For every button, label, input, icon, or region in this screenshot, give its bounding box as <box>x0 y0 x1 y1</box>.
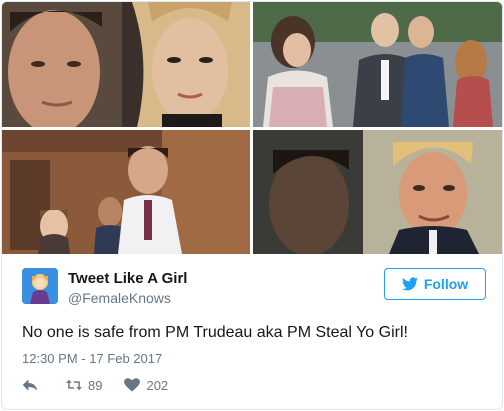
retweet-icon <box>66 379 82 391</box>
twitter-bird-icon <box>401 277 418 291</box>
timestamp[interactable]: 12:30 PM - 17 Feb 2017 <box>22 351 162 366</box>
media-grid <box>2 2 502 254</box>
display-name[interactable]: Tweet Like A Girl <box>68 270 187 287</box>
retweet-button[interactable]: 89 <box>66 378 102 393</box>
tweet-text: No one is safe from PM Trudeau aka PM St… <box>22 324 408 341</box>
like-button[interactable]: 202 <box>124 378 168 393</box>
tweet-card: Tweet Like A Girl @FemaleKnows Follow No… <box>1 1 503 410</box>
photo-1[interactable] <box>2 2 250 127</box>
reply-button[interactable] <box>22 378 44 392</box>
tweet-actions: 89 202 <box>22 375 190 395</box>
photo-3[interactable] <box>2 130 250 254</box>
retweet-count: 89 <box>88 377 103 393</box>
heart-icon <box>124 378 141 392</box>
user-handle[interactable]: @FemaleKnows <box>68 290 171 306</box>
like-count: 202 <box>146 377 169 393</box>
follow-button[interactable]: Follow <box>384 268 486 300</box>
photo-2[interactable] <box>253 2 502 127</box>
photo-4[interactable] <box>253 130 502 254</box>
follow-label: Follow <box>423 276 469 292</box>
avatar[interactable] <box>22 268 58 304</box>
reply-icon <box>22 379 38 391</box>
